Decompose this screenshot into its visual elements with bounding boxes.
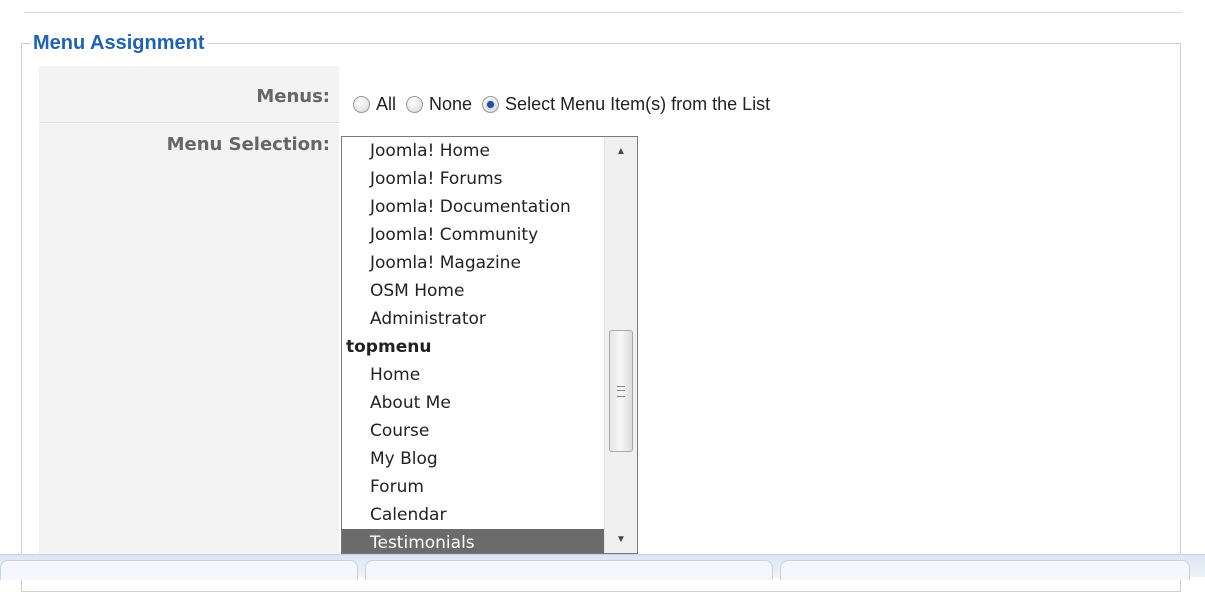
radio-select-items-circle[interactable] xyxy=(482,95,500,113)
menu-selection-label: Menu Selection: xyxy=(166,134,330,155)
bottom-panel-1[interactable] xyxy=(0,560,358,580)
menu-selection-listbox[interactable]: Joomla! Home Joomla! Forums Joomla! Docume… xyxy=(341,136,638,554)
list-group-header: topmenu xyxy=(346,337,432,357)
menu-selection-label-cell xyxy=(39,124,339,564)
list-item[interactable]: Joomla! Home xyxy=(342,137,604,165)
list-item[interactable]: Home xyxy=(342,361,604,389)
bottom-panel-3[interactable] xyxy=(780,560,1190,580)
list-item[interactable]: Joomla! Community xyxy=(342,221,604,249)
scroll-up-icon[interactable]: ▲ xyxy=(605,139,637,163)
menus-label: Menus: xyxy=(256,86,330,107)
radio-all[interactable]: All xyxy=(353,94,396,115)
list-item[interactable]: Course xyxy=(342,417,604,445)
radio-select-items[interactable]: Select Menu Item(s) from the List xyxy=(482,94,770,115)
radio-select-items-label: Select Menu Item(s) from the List xyxy=(505,93,771,114)
radio-none-label: None xyxy=(429,93,473,114)
radio-none-circle[interactable] xyxy=(406,95,424,113)
list-item[interactable]: My Blog xyxy=(342,445,604,473)
radio-all-label: All xyxy=(376,93,397,114)
list-item[interactable]: About Me xyxy=(342,389,604,417)
list-item[interactable]: Calendar xyxy=(342,501,604,529)
radio-none[interactable]: None xyxy=(406,94,472,115)
list-item[interactable]: Administrator xyxy=(342,305,604,333)
list-item[interactable]: Joomla! Magazine xyxy=(342,249,604,277)
scroll-down-icon[interactable]: ▼ xyxy=(605,527,637,551)
section-title: Menu Assignment xyxy=(33,32,205,54)
bottom-panel-2[interactable] xyxy=(365,560,773,580)
menus-radio-group: All None Select Menu Item(s) from the Li… xyxy=(353,91,780,117)
listbox-scrollbar[interactable]: ▲ ▼ xyxy=(604,137,637,553)
radio-all-circle[interactable] xyxy=(353,95,370,113)
grip-icon xyxy=(617,385,625,397)
list-item[interactable]: Joomla! Documentation xyxy=(342,193,604,221)
list-item[interactable]: Joomla! Forums xyxy=(342,165,604,193)
top-divider xyxy=(24,12,1182,13)
list-item[interactable]: Forum xyxy=(342,473,604,501)
menu-item-list: Joomla! Home Joomla! Forums Joomla! Docume… xyxy=(342,137,604,553)
list-item[interactable]: Testimonials xyxy=(342,529,604,553)
list-item[interactable]: OSM Home xyxy=(342,277,604,305)
scroll-thumb[interactable] xyxy=(609,330,633,452)
